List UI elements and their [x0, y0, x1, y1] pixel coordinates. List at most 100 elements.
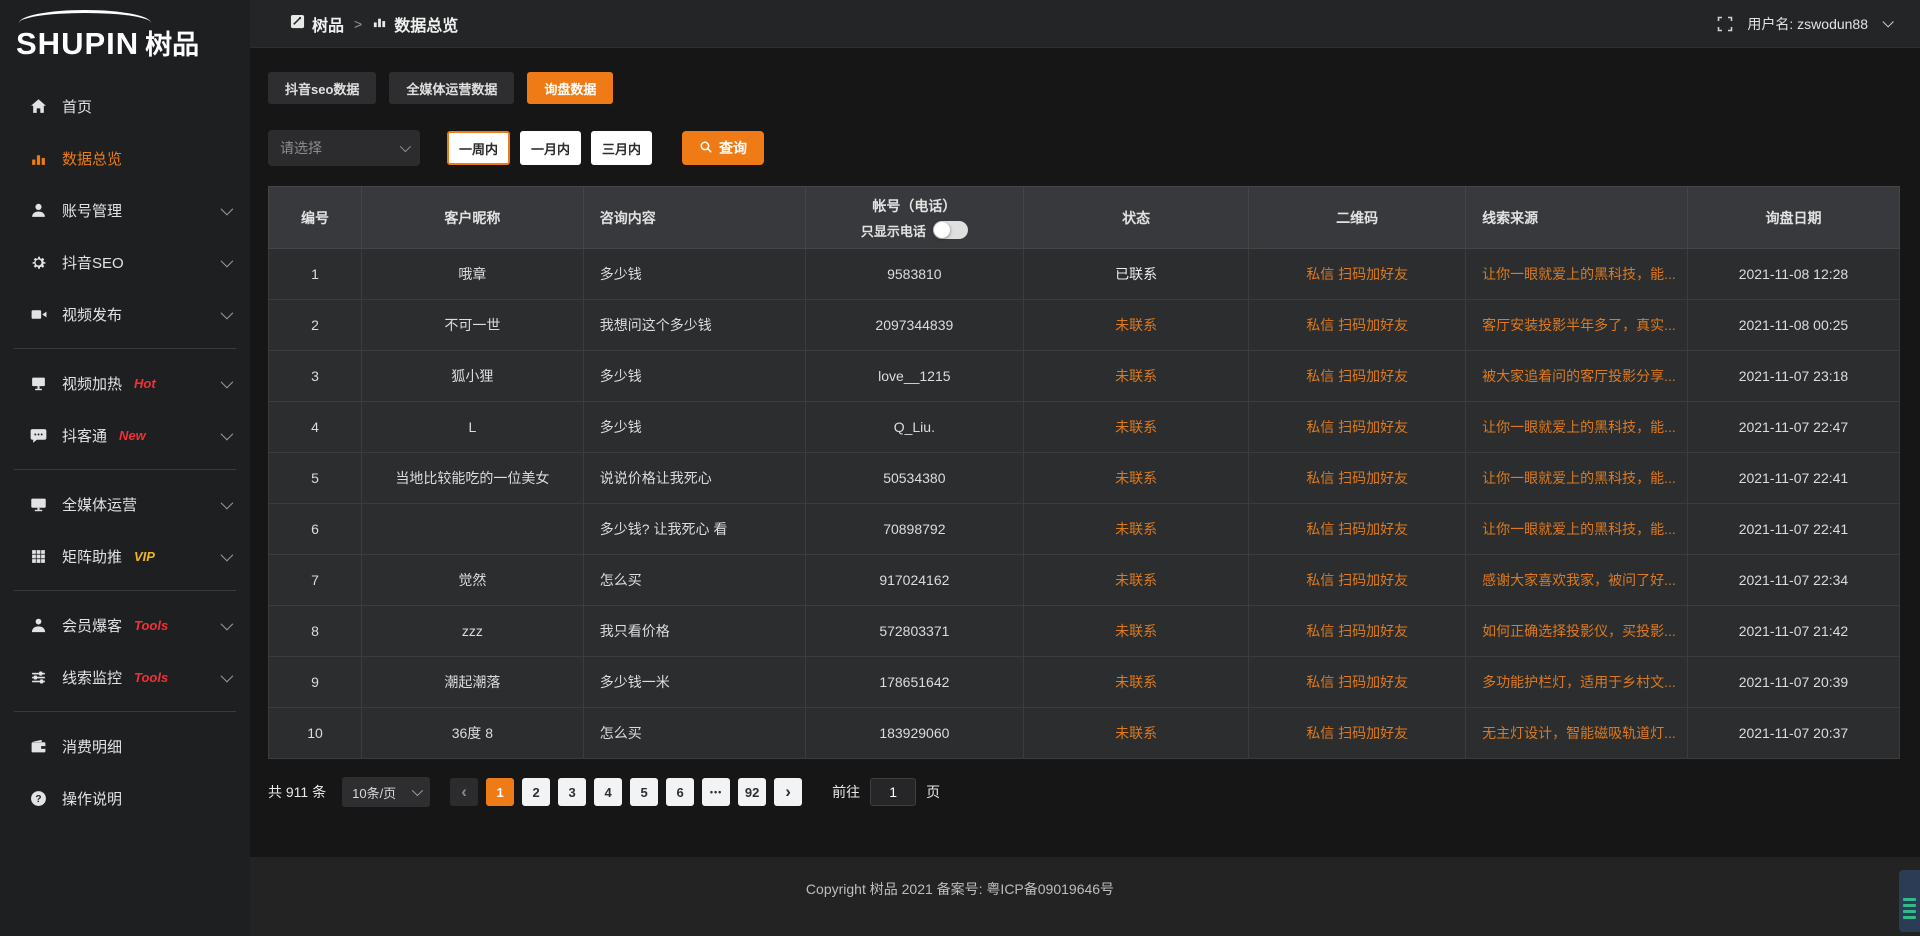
cell-qr-link[interactable]: 私信 扫码加好友 — [1249, 606, 1466, 657]
sidebar-item-help[interactable]: ?操作说明 — [0, 772, 250, 824]
sidebar-item-label: 抖客通 — [62, 425, 107, 446]
cell-source-link[interactable]: 感谢大家喜欢我家，被问了好... — [1466, 555, 1688, 606]
page-button-1[interactable]: 1 — [486, 778, 514, 806]
sidebar-menu: 首页数据总览账号管理抖音SEO视频发布视频加热 Hot 抖客通New 全媒体运营矩阵助… — [0, 68, 250, 824]
page-button-92[interactable]: 92 — [738, 778, 766, 806]
table-row: 4L多少钱Q_Liu.未联系私信 扫码加好友让你一眼就爱上的黑科技，能...20… — [269, 402, 1900, 453]
column-header-1: 编号 — [269, 187, 362, 249]
table-body: 1哦章多少钱9583810已联系私信 扫码加好友让你一眼就爱上的黑科技，能...… — [269, 249, 1900, 759]
page-button-3[interactable]: 3 — [558, 778, 586, 806]
cell-qr-link[interactable]: 私信 扫码加好友 — [1249, 351, 1466, 402]
account-header-label: 帐号（电话） — [872, 196, 956, 216]
cell-source-link[interactable]: 客厅安装投影半年多了，真实... — [1466, 300, 1688, 351]
cell-source-link[interactable]: 让你一眼就爱上的黑科技，能... — [1466, 402, 1688, 453]
filter-select[interactable]: 请选择 — [268, 130, 420, 166]
chevron-down-icon[interactable] — [1882, 16, 1893, 27]
corner-widget[interactable] — [1899, 870, 1920, 932]
tab-3[interactable]: 询盘数据 — [527, 72, 613, 104]
cell-account: 917024162 — [805, 555, 1024, 606]
cell-qr-link[interactable]: 私信 扫码加好友 — [1249, 504, 1466, 555]
cell-content: 多少钱 — [583, 249, 805, 300]
chevron-down-icon — [221, 548, 234, 561]
cell-qr-link[interactable]: 私信 扫码加好友 — [1249, 708, 1466, 759]
cell-source-link[interactable]: 让你一眼就爱上的黑科技，能... — [1466, 504, 1688, 555]
sidebar-item-label: 账号管理 — [62, 200, 122, 221]
cell-nickname: 不可一世 — [361, 300, 583, 351]
sidebar-item-grid[interactable]: 矩阵助推VIP — [0, 530, 250, 582]
column-header-8: 询盘日期 — [1687, 187, 1899, 249]
next-page-button[interactable]: › — [774, 778, 802, 806]
chevron-down-icon — [221, 202, 234, 215]
corner-widget-bar — [1903, 910, 1916, 913]
sidebar-item-chat[interactable]: 抖客通New — [0, 409, 250, 461]
range-button-3[interactable]: 三月内 — [591, 131, 652, 165]
cell-source-link[interactable]: 被大家追着问的客厅投影分享... — [1466, 351, 1688, 402]
page-size-select[interactable]: 10条/页 — [342, 777, 430, 807]
phone-only-toggle[interactable] — [933, 221, 968, 239]
sidebar-item-wallet[interactable]: 消费明细 — [0, 720, 250, 772]
cell-qr-link[interactable]: 私信 扫码加好友 — [1249, 657, 1466, 708]
cell-qr-link[interactable]: 私信 扫码加好友 — [1249, 453, 1466, 504]
page-button-5[interactable]: 5 — [630, 778, 658, 806]
cell-qr-link[interactable]: 私信 扫码加好友 — [1249, 249, 1466, 300]
cell-account: Q_Liu. — [805, 402, 1024, 453]
person-icon — [30, 617, 47, 634]
screen-icon — [30, 375, 47, 392]
cell-id: 5 — [269, 453, 362, 504]
cell-date: 2021-11-07 20:37 — [1687, 708, 1899, 759]
cell-qr-link[interactable]: 私信 扫码加好友 — [1249, 300, 1466, 351]
cell-qr-link[interactable]: 私信 扫码加好友 — [1249, 555, 1466, 606]
chevron-down-icon — [221, 617, 234, 630]
monitor-icon — [30, 496, 47, 513]
chevron-down-icon — [412, 785, 423, 796]
cell-source-link[interactable]: 如何正确选择投影仪，买投影... — [1466, 606, 1688, 657]
range-button-1[interactable]: 一周内 — [447, 131, 510, 165]
cell-source-link[interactable]: 让你一眼就爱上的黑科技，能... — [1466, 249, 1688, 300]
cell-source-link[interactable]: 无主灯设计，智能磁吸轨道灯... — [1466, 708, 1688, 759]
search-icon — [699, 140, 713, 157]
breadcrumb-root-icon — [290, 14, 305, 34]
cell-source-link[interactable]: 多功能护栏灯，适用于乡村文... — [1466, 657, 1688, 708]
pagination: 共 911 条 10条/页 ‹123456•••92› 前往 页 — [268, 777, 1900, 807]
cell-source-link[interactable]: 让你一眼就爱上的黑科技，能... — [1466, 453, 1688, 504]
sidebar-item-home[interactable]: 首页 — [0, 80, 250, 132]
cell-nickname: 当地比较能吃的一位美女 — [361, 453, 583, 504]
sidebar-item-video[interactable]: 视频发布 — [0, 288, 250, 340]
cell-qr-link[interactable]: 私信 扫码加好友 — [1249, 402, 1466, 453]
table-row: 9潮起潮落多少钱一米178651642未联系私信 扫码加好友多功能护栏灯，适用于… — [269, 657, 1900, 708]
cell-nickname: zzz — [361, 606, 583, 657]
sidebar-item-screen[interactable]: 视频加热 Hot — [0, 357, 250, 409]
page-button-6[interactable]: 6 — [666, 778, 694, 806]
sidebar-item-monitor[interactable]: 全媒体运营 — [0, 478, 250, 530]
sidebar-item-bar-chart[interactable]: 数据总览 — [0, 132, 250, 184]
sidebar-item-user[interactable]: 账号管理 — [0, 184, 250, 236]
more-pages-button[interactable]: ••• — [702, 778, 730, 806]
page-button-2[interactable]: 2 — [522, 778, 550, 806]
sidebar-item-sliders[interactable]: 线索监控Tools — [0, 651, 250, 703]
sidebar-item-label: 视频加热 — [62, 373, 122, 394]
cell-status: 未联系 — [1024, 657, 1249, 708]
tab-2[interactable]: 全媒体运营数据 — [389, 72, 514, 104]
goto-page-input[interactable] — [870, 778, 916, 806]
page-buttons: ‹ 123456 ••• 92 › — [450, 778, 810, 806]
cell-content: 我想问这个多少钱 — [583, 300, 805, 351]
query-button[interactable]: 查询 — [682, 131, 764, 165]
sidebar-badge: Hot — [134, 376, 156, 391]
breadcrumb-root-label[interactable]: 树品 — [312, 12, 344, 36]
prev-page-button[interactable]: ‹ — [450, 778, 478, 806]
sidebar-item-label: 线索监控 — [62, 667, 122, 688]
sidebar-item-gear[interactable]: 抖音SEO — [0, 236, 250, 288]
tab-1[interactable]: 抖音seo数据 — [268, 72, 376, 104]
range-button-2[interactable]: 一月内 — [520, 131, 581, 165]
sliders-icon — [30, 669, 47, 686]
page-button-4[interactable]: 4 — [594, 778, 622, 806]
username-label[interactable]: 用户名: zswodun88 — [1747, 14, 1868, 34]
cell-content: 说说价格让我死心 — [583, 453, 805, 504]
inquiry-table: 编号客户昵称咨询内容帐号（电话）只显示电话状态二维码线索来源询盘日期 1哦章多少… — [268, 186, 1900, 759]
table-row: 1036度 8怎么买183929060未联系私信 扫码加好友无主灯设计，智能磁吸… — [269, 708, 1900, 759]
cell-date: 2021-11-07 22:41 — [1687, 504, 1899, 555]
cell-nickname: 哦章 — [361, 249, 583, 300]
sidebar-item-person[interactable]: 会员爆客Tools — [0, 599, 250, 651]
breadcrumb-current-label: 数据总览 — [394, 12, 458, 36]
fullscreen-icon[interactable] — [1717, 16, 1733, 32]
